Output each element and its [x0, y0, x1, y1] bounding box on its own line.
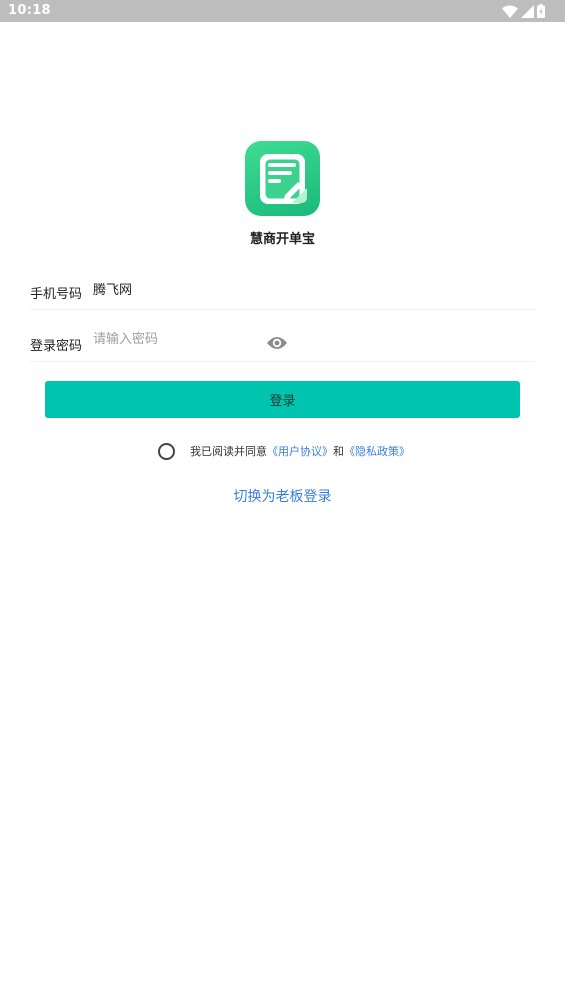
phone-field-row: 手机号码 — [30, 266, 535, 310]
document-edit-icon — [260, 154, 307, 204]
phone-label: 手机号码 — [30, 287, 83, 302]
app-logo — [245, 141, 320, 216]
agreement-conjunction: 和 — [333, 445, 344, 458]
switch-to-boss-login-link[interactable]: 切换为老板登录 — [234, 489, 332, 505]
agreement-prefix: 我已阅读并同意 — [190, 445, 267, 458]
status-icons — [502, 3, 545, 19]
password-input[interactable] — [93, 329, 263, 349]
phone-input[interactable] — [93, 278, 263, 298]
login-button[interactable]: 登录 — [45, 381, 520, 418]
signal-icon — [521, 4, 534, 18]
wifi-icon — [502, 5, 518, 18]
app-name: 慧商开单宝 — [249, 232, 315, 247]
status-bar: 10:18 — [0, 0, 565, 22]
eye-icon[interactable] — [266, 335, 288, 351]
privacy-policy-link[interactable]: 《隐私政策》 — [344, 445, 410, 458]
battery-icon — [537, 4, 545, 18]
password-field-row: 登录密码 — [30, 317, 535, 362]
agree-checkbox[interactable] — [158, 442, 175, 460]
user-agreement-link[interactable]: 《用户协议》 — [267, 445, 333, 458]
password-label: 登录密码 — [30, 339, 83, 354]
agreement-text: 我已阅读并同意《用户协议》和《隐私政策》 — [190, 443, 410, 459]
status-time: 10:18 — [8, 3, 51, 18]
agreement-row: 我已阅读并同意《用户协议》和《隐私政策》 — [158, 441, 410, 461]
switch-login-container: 切换为老板登录 — [0, 486, 565, 506]
